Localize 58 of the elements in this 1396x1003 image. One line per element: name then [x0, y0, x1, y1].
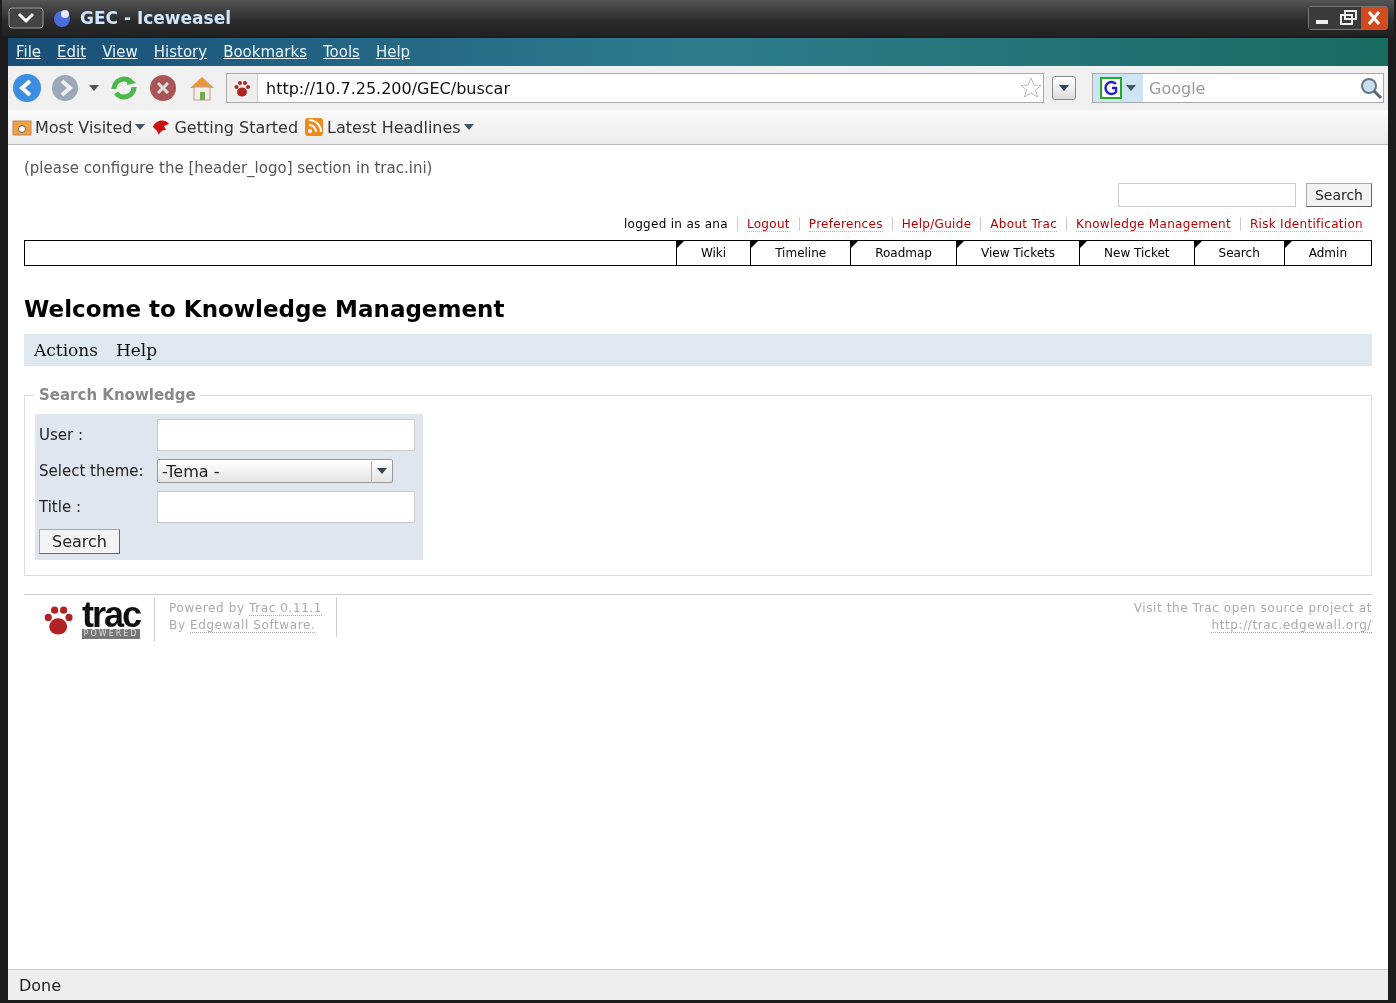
meta-link[interactable]: Help/Guide	[901, 217, 972, 232]
menu-item[interactable]: Help	[375, 43, 411, 61]
footer-text: By Edgewall Software.	[169, 618, 317, 632]
context-menu-item[interactable]: Actions	[34, 340, 98, 360]
web-search-bar[interactable]: Google	[1092, 73, 1384, 103]
history-dropdown[interactable]	[1052, 76, 1076, 100]
address-field[interactable]: http://10.7.25.200/GEC/buscar	[264, 77, 1013, 99]
menu-item[interactable]: Tools	[322, 43, 360, 61]
menu-item[interactable]: Edit	[57, 43, 87, 61]
maximize-icon[interactable]	[1335, 7, 1361, 29]
bookmark-item[interactable]: Getting Started	[151, 117, 299, 137]
search-engine-icon[interactable]	[1100, 77, 1122, 99]
meta-link[interactable]: Risk Identification	[1249, 217, 1363, 232]
login-status: logged in as ana	[622, 217, 729, 231]
search-icon[interactable]	[1359, 76, 1383, 100]
window-menu-icon[interactable]	[8, 7, 44, 29]
caret-icon[interactable]	[88, 84, 100, 92]
caret-icon	[1059, 85, 1069, 91]
back-icon[interactable]	[12, 73, 42, 103]
address-bar[interactable]: http://10.7.25.200/GEC/buscar	[226, 73, 1044, 103]
header-note: (please configure the [header_logo] section in trac.ini)	[24, 159, 434, 179]
window-title: GEC - Iceweasel	[80, 8, 233, 28]
menu-item[interactable]: View	[102, 43, 138, 61]
meta-link[interactable]: Knowledge Management	[1076, 217, 1231, 232]
meta-link[interactable]: About Trac	[990, 217, 1058, 232]
status-bar: Done	[8, 969, 1388, 1000]
minimize-icon[interactable]	[1309, 7, 1335, 29]
folder-icon	[12, 117, 32, 137]
search-button[interactable]: Search	[1305, 183, 1372, 207]
menu-item[interactable]: File	[16, 43, 42, 61]
feed-icon	[304, 117, 325, 137]
meta-link[interactable]: Preferences	[808, 217, 883, 232]
search-button[interactable]: Search	[39, 529, 120, 554]
paw-icon	[233, 79, 251, 97]
menu-item[interactable]: Bookmarks	[223, 43, 307, 61]
close-icon[interactable]	[1361, 7, 1387, 29]
logo-text: trac	[82, 601, 141, 629]
footer-text: Powered by Trac 0.11.1	[169, 601, 323, 615]
bookmark-item[interactable]: Most Visited	[12, 117, 146, 137]
search-field[interactable]	[1117, 183, 1296, 207]
caret-icon[interactable]	[1126, 85, 1136, 91]
field-label: User :	[39, 426, 84, 444]
input-field[interactable]	[157, 491, 415, 523]
input-field[interactable]	[157, 419, 415, 451]
meta-link[interactable]: Logout	[746, 217, 790, 232]
logo-badge: POWERED	[82, 629, 141, 639]
context-menu-item[interactable]: Help	[116, 340, 158, 360]
theme-select[interactable]: -Tema -	[157, 459, 393, 483]
footer-text: Visit the Trac open source project at	[1133, 601, 1372, 615]
menu-item[interactable]: History	[153, 43, 208, 61]
star-icon[interactable]	[1019, 76, 1043, 100]
bookmark-item[interactable]: Latest Headlines	[304, 117, 474, 137]
page-heading: Welcome to Knowledge Management	[24, 296, 506, 322]
caret-icon	[377, 468, 387, 474]
field-label: Select theme:	[39, 462, 145, 480]
field-label: Title :	[39, 498, 82, 516]
stop-icon[interactable]	[148, 73, 178, 103]
panel-legend: Search Knowledge	[35, 386, 200, 404]
